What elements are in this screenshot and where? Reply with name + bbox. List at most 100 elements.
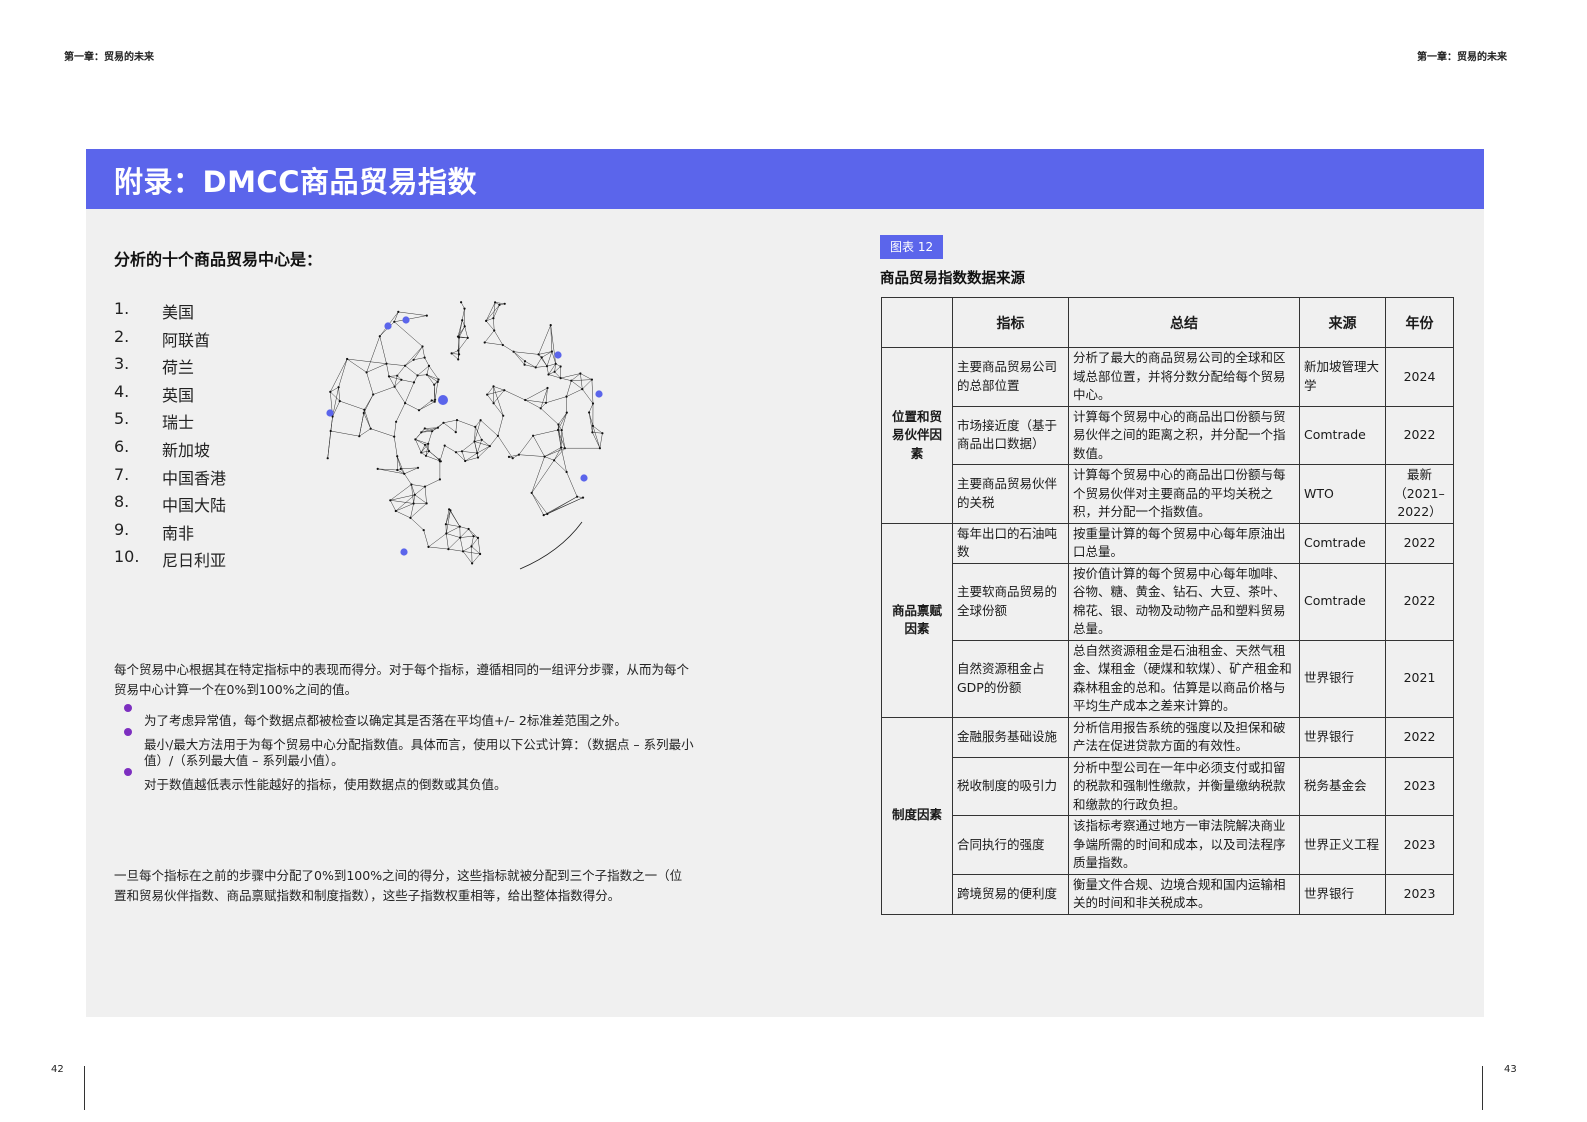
list-item: 为了考虑异常值，每个数据点都被检查以确定其是否落在平均值+/– 2标准差范围之外…	[124, 704, 694, 730]
table-row: 位置和贸易伙伴因素 主要商品贸易公司的总部位置 分析了最大的商品贸易公司的全球和…	[881, 347, 1454, 524]
hub-name: 尼日利亚	[162, 551, 227, 571]
title-banner: 附录：DMCC商品贸易指数	[86, 149, 1484, 209]
indicator-cell: 市场接近度（基于商品出口数据）	[952, 405, 1069, 465]
summary-cell: 衡量文件合规、边境合规和国内运输相关的时间和非关税成本。	[1068, 873, 1300, 915]
table-row: 制度因素 金融服务基础设施 分析信用报告系统的强度以及担保和破产法在促进贷款方面…	[881, 716, 1454, 915]
bullet-text: 对于数值越低表示性能越好的指标，使用数据点的倒数或其负值。	[144, 776, 507, 792]
hub-name: 阿联酋	[162, 330, 211, 350]
indicator-cell: 主要软商品贸易的全球份额	[952, 562, 1069, 641]
table-row: 合同执行的强度 该指标考察通过地方一审法院解决商业争端所需的时间和成本，以及司法…	[882, 815, 1454, 875]
year-cell: 2022	[1385, 562, 1454, 641]
summary-cell: 分析了最大的商品贸易公司的全球和区域总部位置，并将分数分配给每个贸易中心。	[1068, 347, 1300, 407]
hub-number: 3.	[114, 354, 130, 374]
list-item: 3. 荷兰	[114, 354, 226, 382]
indicator-cell: 主要商品贸易伙伴的关税	[952, 464, 1069, 524]
year-cell: 2022	[1385, 716, 1454, 758]
source-cell: Comtrade	[1299, 562, 1386, 641]
year-cell: 最新（2021–2022）	[1385, 464, 1454, 524]
summary-cell: 按重量计算的每个贸易中心每年原油出口总量。	[1068, 522, 1300, 564]
hub-number: 1.	[114, 299, 130, 318]
list-item: 7. 中国香港	[114, 465, 226, 493]
appendix-panel: 附录：DMCC商品贸易指数 分析的十个商品贸易中心是： 1. 美国 2. 阿联酋 3…	[86, 149, 1484, 1017]
group-label: 位置和贸易伙伴因素	[881, 347, 953, 524]
bullet-dot-icon	[124, 767, 132, 776]
indicator-cell: 自然资源租金占GDP的份额	[952, 639, 1069, 718]
list-item: 8. 中国大陆	[114, 492, 226, 520]
summary-cell: 分析信用报告系统的强度以及担保和破产法在促进贷款方面的有效性。	[1068, 716, 1300, 758]
bullet-dot-icon	[124, 704, 132, 712]
list-item: 最小/最大方法用于为每个贸易中心分配指数值。具体而言，使用以下公式计算：（数据点…	[124, 727, 694, 770]
list-item: 4. 英国	[114, 382, 226, 410]
list-item: 对于数值越低表示性能越好的指标，使用数据点的倒数或其负值。	[124, 767, 694, 794]
indicator-cell: 税收制度的吸引力	[952, 756, 1069, 816]
summary-cell: 该指标考察通过地方一审法院解决商业争端所需的时间和成本，以及司法程序质量指数。	[1068, 815, 1300, 875]
wireframe-globe-icon	[326, 301, 604, 570]
hub-name: 荷兰	[162, 358, 195, 378]
summary-cell: 分析中型公司在一年中必须支付或扣留的税款和强制性缴款，并衡量缴纳税款和缴款的行政…	[1068, 756, 1300, 816]
indicator-cell: 合同执行的强度	[952, 815, 1069, 875]
hub-number: 7.	[114, 464, 130, 484]
table-row: 主要商品贸易伙伴的关税 计算每个贸易中心的商品出口份额与每个贸易伙伴对主要商品的…	[882, 464, 1454, 524]
page-number-right: 43	[1504, 1064, 1517, 1075]
summary-cell: 总自然资源租金是石油租金、天然气租金、煤租金（硬煤和软煤）、矿产租金和森林租金的…	[1068, 639, 1300, 718]
list-item: 5. 瑞士	[114, 409, 226, 437]
table-row: 自然资源租金占GDP的份额 总自然资源租金是石油租金、天然气租金、煤租金（硬煤和…	[882, 639, 1454, 718]
bullet-dot-icon	[124, 727, 132, 736]
hub-number: 8.	[114, 492, 130, 512]
table-row: 税收制度的吸引力 分析中型公司在一年中必须支付或扣留的税款和强制性缴款，并衡量缴…	[882, 756, 1454, 816]
bullet-text: 为了考虑异常值，每个数据点都被检查以确定其是否落在平均值+/– 2标准差范围之外…	[144, 713, 627, 728]
hub-name: 新加坡	[162, 440, 211, 460]
hub-name: 南非	[162, 523, 195, 543]
group-label: 制度因素	[881, 716, 953, 915]
column-header-indicator: 指标	[952, 297, 1069, 348]
table-row: 商品禀赋因素 每年出口的石油吨数 按重量计算的每个贸易中心每年原油出口总量。 C…	[881, 522, 1454, 718]
year-cell: 2022	[1385, 522, 1454, 564]
figure-tag: 图表 12	[880, 235, 944, 259]
hub-name: 中国香港	[162, 468, 227, 488]
bullet-text: 最小/最大方法用于为每个贸易中心分配指数值。具体而言，使用以下公式计算：（数据点…	[144, 736, 694, 769]
hub-number: 5.	[114, 409, 130, 429]
year-cell: 2023	[1385, 815, 1454, 875]
scoring-intro: 每个贸易中心根据其在特定指标中的表现而得分。对于每个指标，遵循相同的一组评分步骤…	[114, 662, 690, 697]
year-cell: 2021	[1385, 639, 1454, 718]
summary-cell: 计算每个贸易中心的商品出口份额与每个贸易伙伴对主要商品的平均关税之积，并分配一个…	[1068, 464, 1300, 524]
scoring-steps: 为了考虑异常值，每个数据点都被检查以确定其是否落在平均值+/– 2标准差范围之外…	[124, 704, 694, 800]
list-item: 9. 南非	[114, 520, 226, 548]
table-row: 主要软商品贸易的全球份额 按价值计算的每个贸易中心每年咖啡、谷物、糖、黄金、钻石…	[882, 562, 1454, 641]
source-cell: 新加坡管理大学	[1299, 347, 1386, 407]
source-cell: 税务基金会	[1299, 756, 1386, 816]
scoring-closing: 一旦每个指标在之前的步骤中分配了0%到100%之间的得分，这些指标就被分配到三个…	[114, 868, 683, 903]
year-cell: 2022	[1385, 405, 1454, 465]
hub-number: 10.	[114, 547, 140, 567]
hub-name: 英国	[162, 385, 195, 405]
column-header-year: 年份	[1385, 297, 1454, 348]
indicator-cell: 每年出口的石油吨数	[952, 522, 1069, 564]
summary-cell: 计算每个贸易中心的商品出口份额与贸易伙伴之间的距离之积，并分配一个指数值。	[1068, 405, 1300, 465]
list-item: 1. 美国	[114, 299, 226, 327]
source-cell: WTO	[1299, 464, 1386, 524]
indicator-cell: 主要商品贸易公司的总部位置	[952, 347, 1069, 407]
indicator-cell: 金融服务基础设施	[952, 716, 1069, 758]
list-item: 10. 尼日利亚	[114, 547, 226, 575]
source-cell: 世界银行	[1299, 639, 1386, 718]
page-number-left: 42	[51, 1064, 64, 1075]
source-cell: 世界银行	[1299, 873, 1386, 915]
table-row: 市场接近度（基于商品出口数据） 计算每个贸易中心的商品出口份额与贸易伙伴之间的距…	[882, 405, 1454, 465]
source-cell: Comtrade	[1299, 522, 1386, 564]
year-cell: 2023	[1385, 756, 1454, 816]
hubs-subheading: 分析的十个商品贸易中心是：	[114, 250, 323, 269]
source-cell: Comtrade	[1299, 405, 1386, 465]
footer-rule-left	[84, 1066, 85, 1110]
source-cell: 世界银行	[1299, 716, 1386, 758]
figure-title: 商品贸易指数数据来源	[880, 271, 1025, 287]
indicator-cell: 跨境贸易的便利度	[952, 873, 1069, 915]
data-source-table: 指标 总结 来源 年份 位置和贸易伙伴因素 主要商品贸易公司的总部位置 分析了最…	[881, 297, 1454, 915]
hub-number: 2.	[114, 326, 130, 346]
year-cell: 2023	[1385, 873, 1454, 915]
hubs-list: 1. 美国 2. 阿联酋 3. 荷兰 4. 英国 5. 瑞士 6. 新加坡 7. 中国香港 8…	[114, 299, 226, 575]
column-header-summary: 总结	[1068, 297, 1300, 348]
footer-rule-right	[1482, 1066, 1483, 1110]
hub-number: 4.	[114, 381, 130, 401]
hub-name: 瑞士	[162, 413, 195, 433]
column-header-group	[881, 297, 953, 348]
